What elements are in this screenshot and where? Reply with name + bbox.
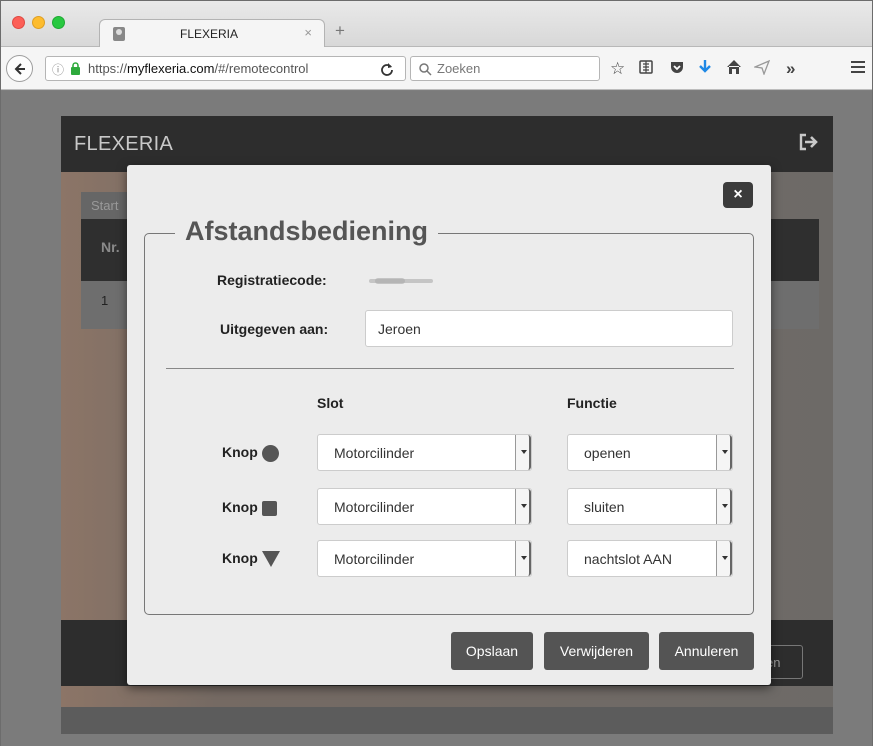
modal-close-button[interactable]: × (723, 182, 753, 208)
back-arrow-icon (14, 63, 25, 75)
chevron-down-icon (716, 541, 732, 576)
close-window-button[interactable] (12, 16, 25, 29)
app-brand: FLEXERIA (74, 133, 174, 155)
lock-icon (70, 62, 81, 75)
square-icon (261, 500, 277, 516)
back-button[interactable] (6, 55, 33, 82)
cancel-button[interactable]: Annuleren (659, 632, 754, 670)
browser-window: FLEXERIA × + ⓘ https://myflexeria.com/#/… (0, 0, 873, 746)
modal-title: Afstandsbediening (175, 216, 439, 247)
remote-control-modal: × Afstandsbediening Registratiecode: Uit… (127, 165, 771, 685)
chevron-down-icon (716, 435, 732, 470)
slot-column-header: Slot (317, 395, 344, 411)
minimize-window-button[interactable] (32, 16, 45, 29)
chevron-down-icon (716, 489, 732, 524)
button-1-label: Knop (222, 444, 279, 462)
maximize-window-button[interactable] (52, 16, 65, 29)
button-2-slot-value: Motorcilinder (334, 499, 415, 515)
button-2-function-select[interactable]: sluiten (567, 488, 733, 525)
chevron-down-icon (515, 435, 531, 470)
chevron-down-icon (515, 541, 531, 576)
tab-favicon-icon (112, 26, 126, 42)
button-1-slot-select[interactable]: Motorcilinder (317, 434, 532, 471)
regcode-value-redacted (369, 278, 433, 284)
search-icon (419, 59, 432, 79)
divider (166, 368, 734, 369)
circle-icon (261, 444, 279, 462)
app-header: FLEXERIA (61, 116, 833, 172)
send-icon[interactable] (752, 59, 771, 80)
tab-close-icon[interactable]: × (304, 25, 312, 40)
bookmark-star-icon[interactable]: ☆ (610, 59, 625, 79)
button-1-slot-value: Motorcilinder (334, 445, 415, 461)
row-number: 1 (101, 293, 109, 308)
logout-icon[interactable] (798, 132, 820, 152)
button-3-slot-value: Motorcilinder (334, 551, 415, 567)
info-icon[interactable]: ⓘ (52, 61, 64, 78)
button-1-function-value: openen (584, 445, 631, 461)
save-button[interactable]: Opslaan (451, 632, 533, 670)
new-tab-button[interactable]: + (335, 21, 345, 41)
url-text: https://myflexeria.com/#/remotecontrol (88, 61, 309, 76)
hamburger-menu-icon[interactable] (850, 59, 866, 79)
regcode-label: Registratiecode: (217, 272, 327, 288)
button-3-slot-select[interactable]: Motorcilinder (317, 540, 532, 577)
function-column-header: Functie (567, 395, 617, 411)
button-3-label: Knop (222, 550, 280, 568)
triangle-down-icon (261, 551, 280, 568)
button-2-function-value: sluiten (584, 499, 625, 515)
home-icon[interactable] (726, 59, 742, 80)
tab-title: FLEXERIA (180, 27, 239, 41)
pocket-icon[interactable] (669, 59, 685, 80)
navigation-bar: ⓘ https://myflexeria.com/#/remotecontrol… (1, 47, 872, 90)
overflow-chevron-icon[interactable]: » (786, 59, 795, 79)
reload-icon[interactable] (380, 59, 394, 79)
column-header-nr: Nr. (101, 239, 120, 255)
search-bar[interactable]: Zoeken (410, 56, 600, 81)
remote-fieldset: Afstandsbediening Registratiecode: Uitge… (144, 216, 754, 615)
button-2-slot-select[interactable]: Motorcilinder (317, 488, 532, 525)
button-1-function-select[interactable]: openen (567, 434, 733, 471)
title-bar: FLEXERIA × + (1, 1, 872, 48)
search-input[interactable]: Zoeken (437, 61, 480, 76)
button-2-label: Knop (222, 499, 277, 516)
chevron-down-icon (515, 489, 531, 524)
browser-tab[interactable]: FLEXERIA × (99, 19, 325, 48)
button-3-function-value: nachtslot AAN (584, 551, 672, 567)
issued-to-input[interactable]: Jeroen (365, 310, 733, 347)
reader-list-icon[interactable] (638, 59, 654, 80)
button-3-function-select[interactable]: nachtslot AAN (567, 540, 733, 577)
delete-button[interactable]: Verwijderen (544, 632, 649, 670)
issued-to-label: Uitgegeven aan: (220, 321, 329, 337)
url-bar[interactable]: ⓘ https://myflexeria.com/#/remotecontrol (45, 56, 406, 81)
download-icon[interactable] (698, 59, 712, 80)
